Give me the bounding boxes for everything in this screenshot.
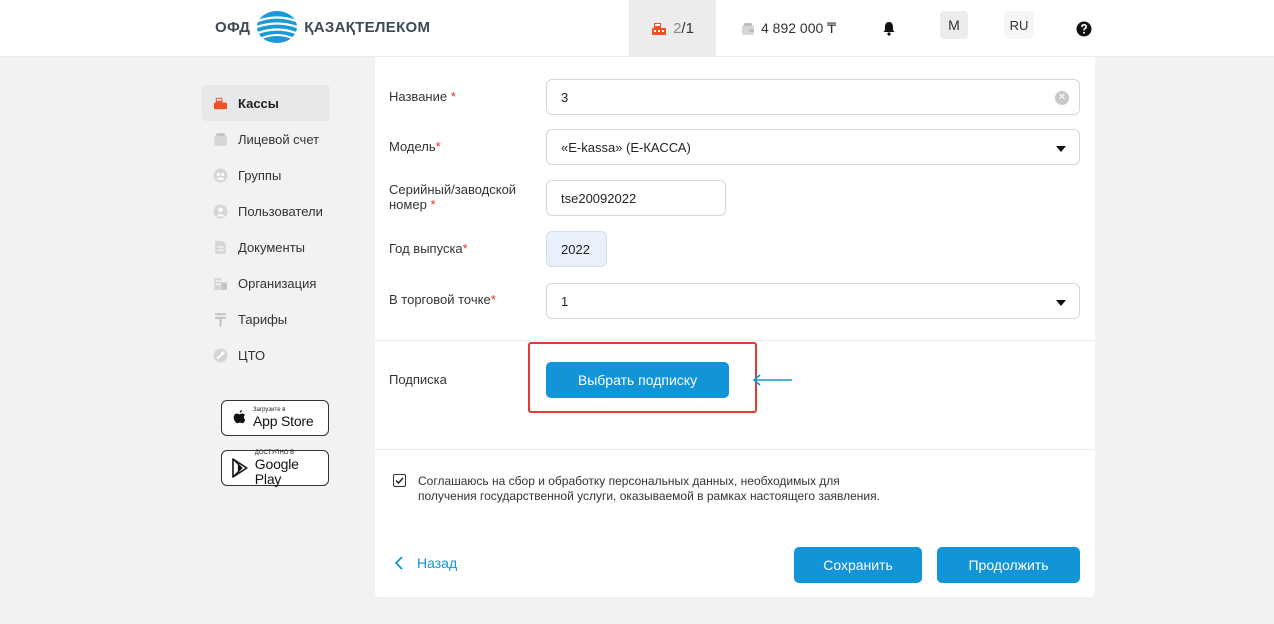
user-icon: [213, 204, 228, 218]
sidebar-item-cto[interactable]: ЦТО: [202, 337, 330, 373]
sidebar-item-label: Пользователи: [238, 203, 323, 219]
serial-label: Серийный/заводской номер *: [389, 182, 517, 212]
sidebar-item-kassy[interactable]: Кассы: [202, 85, 330, 121]
logo-text-kazakhtelecom: ҚАЗАҚТЕЛЕКОМ: [304, 18, 431, 36]
balance[interactable]: 4 892 000 ₸: [741, 0, 836, 57]
model-value: «E-kassa» (E-КАССА): [561, 139, 691, 155]
google-play-icon: [232, 458, 248, 478]
divider: [375, 340, 1095, 341]
arrow-left-icon: [752, 374, 792, 386]
bell-icon: [883, 22, 895, 36]
sidebar-item-organization[interactable]: Организация: [202, 265, 330, 301]
divider: [375, 449, 1095, 450]
balance-amount: 4 892 000 ₸: [761, 20, 837, 36]
cash-register-icon: [213, 97, 228, 109]
clear-icon[interactable]: ✕: [1055, 91, 1069, 105]
groups-icon: [213, 168, 228, 182]
kassa-count-total: /1: [681, 20, 694, 37]
point-select[interactable]: 1: [546, 283, 1080, 319]
choose-subscription-button[interactable]: Выбрать подписку: [546, 362, 729, 398]
wrench-icon: [213, 348, 228, 362]
model-label: Модель*: [389, 139, 441, 154]
back-label: Назад: [417, 555, 458, 571]
top-bar: ОФД ҚАЗАҚТЕЛЕКОМ 2/1 4 892 000 ₸ M RU: [0, 0, 1274, 57]
name-value: 3: [561, 89, 569, 105]
sidebar-item-label: ЦТО: [238, 347, 266, 363]
model-select[interactable]: «E-kassa» (E-КАССА): [546, 129, 1080, 165]
kazakhtelecom-globe-icon: [256, 11, 298, 43]
sidebar-item-users[interactable]: Пользователи: [202, 193, 330, 229]
sidebar-item-tariffs[interactable]: Тарифы: [202, 301, 330, 337]
building-icon: [214, 277, 227, 290]
google-play-button[interactable]: ДОСТУПНО В Google Play: [221, 450, 329, 486]
logo[interactable]: ОФД ҚАЗАҚТЕЛЕКОМ: [215, 10, 430, 44]
sidebar: Кассы Лицевой счет Группы Пользователи Д…: [202, 85, 330, 486]
serial-field[interactable]: tse20092022: [546, 180, 726, 216]
sidebar-item-label: Тарифы: [238, 311, 288, 327]
help-button[interactable]: [1076, 0, 1092, 57]
continue-button[interactable]: Продолжить: [937, 547, 1080, 583]
kassa-form-card: Название * 3 ✕ Модель* «E-kassa» (E-КАСС…: [375, 57, 1095, 597]
sidebar-item-label: Группы: [238, 167, 282, 183]
app-store-button[interactable]: Загрузите в App Store: [221, 400, 329, 436]
apple-icon: [233, 410, 246, 424]
app-store-title: App Store: [253, 413, 314, 429]
help-icon: [1076, 21, 1092, 36]
sidebar-item-label: Документы: [238, 239, 306, 255]
logo-text-ofd: ОФД: [215, 18, 251, 36]
sidebar-item-label: Организация: [238, 275, 317, 291]
wallet-icon: [742, 22, 754, 35]
cash-register-icon: [652, 22, 667, 35]
document-icon: [215, 240, 226, 254]
back-link[interactable]: Назад: [395, 555, 457, 571]
chevron-left-icon: [395, 556, 403, 570]
wallet-icon: [214, 132, 227, 146]
sidebar-item-account[interactable]: Лицевой счет: [202, 121, 330, 157]
consent-text: Соглашаюсь на сбор и обработку персональ…: [418, 474, 880, 503]
year-value: 2022: [561, 241, 590, 257]
checkmark-icon: [395, 477, 404, 485]
sidebar-item-label: Кассы: [238, 95, 279, 111]
tenge-icon: [215, 312, 226, 326]
google-play-title: Google Play: [254, 455, 299, 487]
chevron-down-icon: [1056, 300, 1066, 306]
sidebar-item-label: Лицевой счет: [238, 131, 320, 147]
subscription-label: Подписка: [389, 372, 447, 387]
notifications-button[interactable]: [882, 0, 896, 57]
year-field[interactable]: 2022: [546, 231, 607, 267]
year-label: Год выпуска*: [389, 241, 468, 256]
chevron-down-icon: [1056, 146, 1066, 152]
name-label: Название *: [389, 89, 456, 104]
sidebar-item-documents[interactable]: Документы: [202, 229, 330, 265]
avatar[interactable]: M: [940, 11, 968, 39]
language-selector[interactable]: RU: [1004, 11, 1034, 39]
consent-checkbox[interactable]: [393, 474, 406, 487]
name-field[interactable]: 3 ✕: [546, 79, 1080, 115]
point-value: 1: [561, 293, 569, 309]
save-button[interactable]: Сохранить: [794, 547, 922, 583]
point-label: В торговой точке*: [389, 292, 496, 307]
kassa-counter[interactable]: 2/1: [629, 0, 716, 57]
serial-value: tse20092022: [561, 190, 637, 206]
sidebar-item-groups[interactable]: Группы: [202, 157, 330, 193]
